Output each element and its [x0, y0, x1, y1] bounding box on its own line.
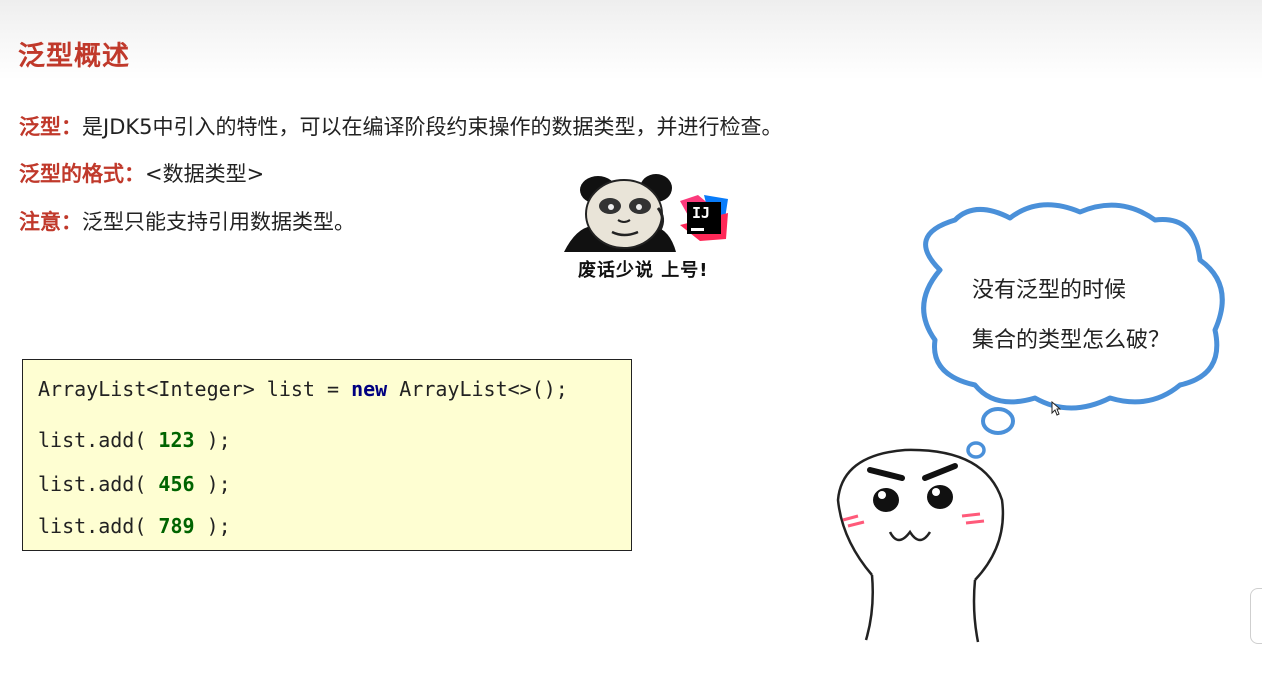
thought-cloud-line2: 集合的类型怎么破？ [972, 328, 1171, 353]
mouse-cursor-icon [1051, 401, 1061, 416]
thought-cloud-icon [921, 202, 1225, 411]
cartoon-character-icon [836, 448, 1005, 643]
thought-cloud-line1: 没有泛型的时候 [972, 278, 1127, 303]
floating-side-button[interactable] [1250, 588, 1262, 644]
